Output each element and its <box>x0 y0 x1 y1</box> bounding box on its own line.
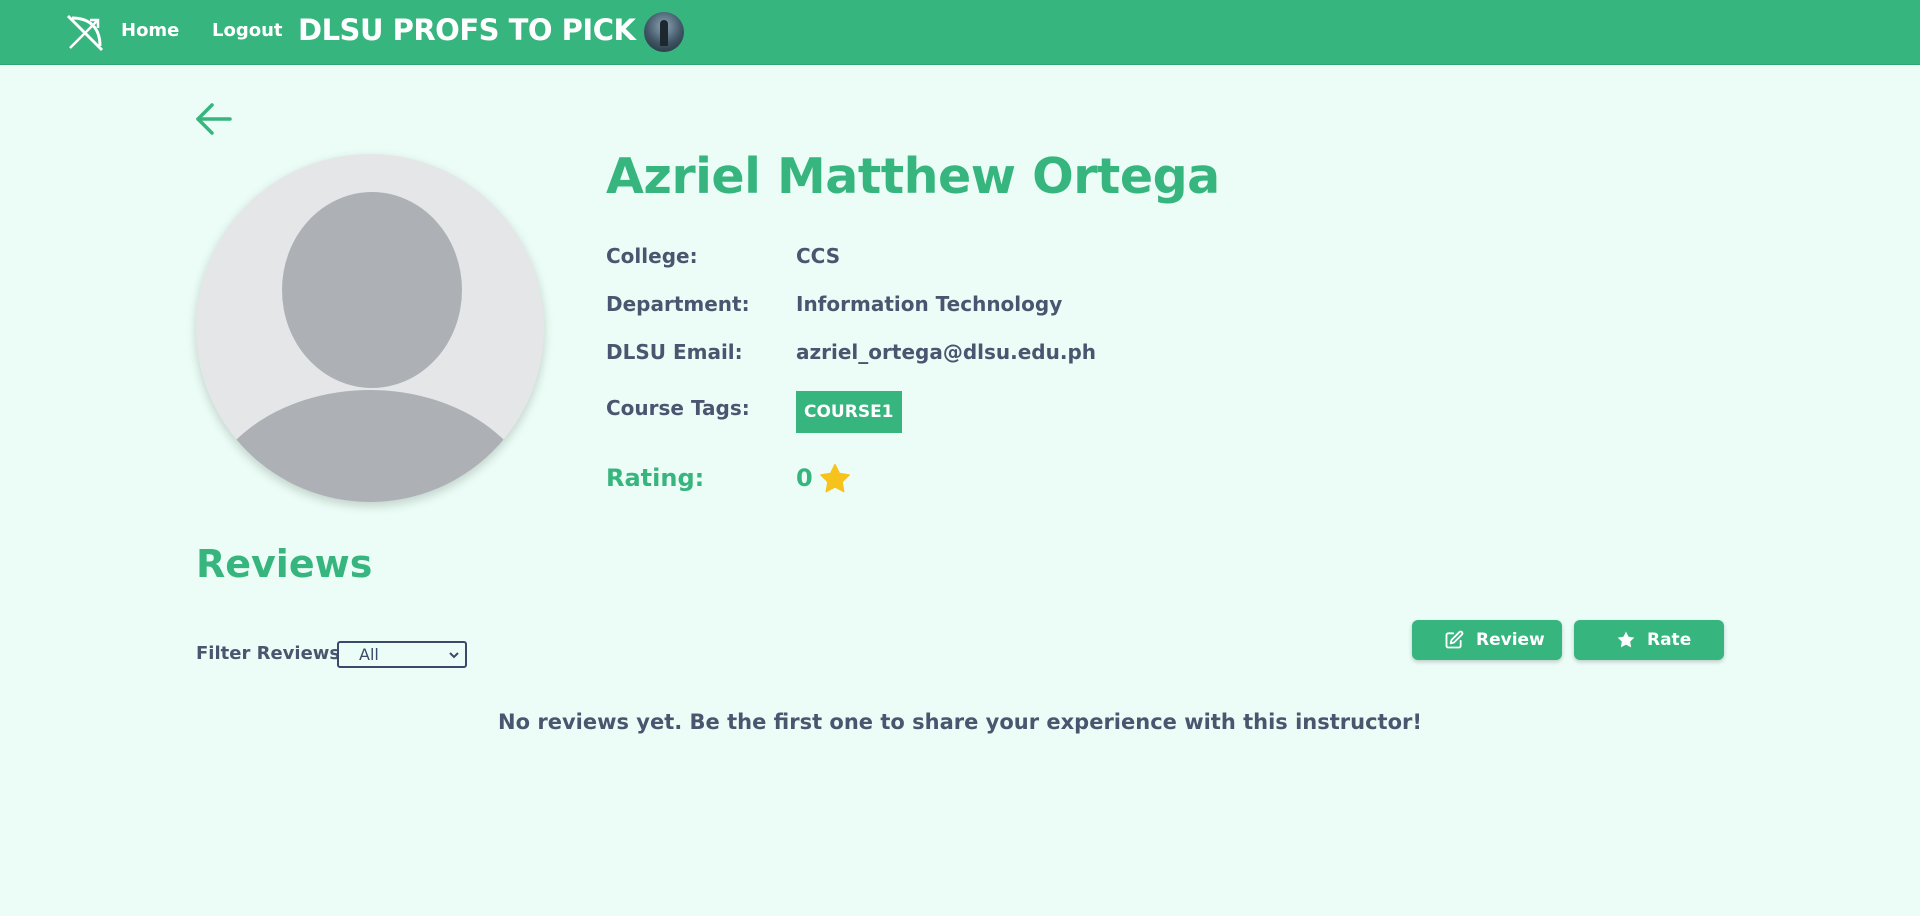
rate-button[interactable]: Rate <box>1574 620 1724 660</box>
chevron-down-icon <box>449 652 459 659</box>
course-tags-label: Course Tags: <box>606 396 750 420</box>
no-bow-and-arrow-icon[interactable] <box>64 12 106 54</box>
edit-icon <box>1445 630 1464 649</box>
filter-reviews-select[interactable]: All <box>337 641 467 668</box>
college-label: College: <box>606 244 698 268</box>
top-navbar: Home Logout DLSU PROFS TO PICK <box>0 0 1920 65</box>
reviews-heading: Reviews <box>196 542 373 586</box>
department-value: Information Technology <box>796 292 1063 316</box>
avatar-body <box>200 390 540 502</box>
avatar-figure <box>660 20 668 46</box>
nav-home-link[interactable]: Home <box>121 20 179 41</box>
profile-avatar <box>196 154 544 502</box>
filter-reviews-label: Filter Reviews: <box>196 643 348 664</box>
department-label: Department: <box>606 292 750 316</box>
site-title[interactable]: DLSU PROFS TO PICK <box>298 13 636 47</box>
review-button[interactable]: Review <box>1412 620 1562 660</box>
email-value: azriel_ortega@dlsu.edu.ph <box>796 340 1096 364</box>
avatar-head <box>282 192 462 388</box>
no-reviews-message: No reviews yet. Be the first one to shar… <box>498 710 1422 734</box>
email-label: DLSU Email: <box>606 340 743 364</box>
rate-button-label: Rate <box>1647 630 1692 650</box>
rating-value: 0 <box>796 464 813 492</box>
star-icon <box>820 463 850 493</box>
review-button-label: Review <box>1476 630 1545 650</box>
college-value: CCS <box>796 244 841 268</box>
rating-label: Rating: <box>606 464 705 492</box>
filter-selected-value: All <box>359 645 379 664</box>
nav-logout-link[interactable]: Logout <box>212 20 283 41</box>
user-avatar[interactable] <box>644 12 684 52</box>
star-icon <box>1617 631 1635 648</box>
professor-name: Azriel Matthew Ortega <box>606 148 1220 205</box>
arrow-left-icon[interactable] <box>194 100 234 138</box>
course-tag[interactable]: COURSE1 <box>796 391 902 433</box>
